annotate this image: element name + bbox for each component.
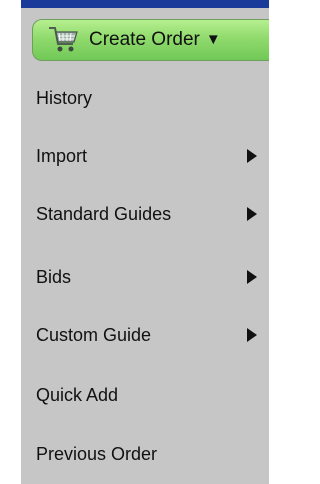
dropdown-arrow-icon: ▼: [205, 30, 221, 48]
menu-item-standard-guides[interactable]: Standard Guides: [21, 189, 269, 239]
menu-item-quick-add[interactable]: Quick Add: [21, 370, 269, 420]
menu-item-previous-order[interactable]: Previous Order: [21, 429, 269, 479]
menu-item-label: Quick Add: [36, 385, 119, 405]
menu-item-history[interactable]: History: [21, 73, 269, 123]
menu-item-bids[interactable]: Bids: [21, 252, 269, 302]
create-order-label: Create Order: [89, 29, 200, 50]
menu-item-label: Import: [36, 146, 88, 166]
create-order-menu-window: Create Order ▼ History Import Standard G…: [0, 0, 269, 484]
menu-item-import[interactable]: Import: [21, 131, 269, 181]
menu-item-label: Standard Guides: [36, 204, 172, 224]
menu-item-label: Bids: [36, 267, 72, 287]
submenu-arrow-icon: [247, 149, 257, 163]
shopping-cart-icon: [49, 27, 78, 52]
create-order-button[interactable]: Create Order ▼: [32, 19, 269, 61]
submenu-arrow-icon: [247, 270, 257, 284]
menu-item-label: Custom Guide: [36, 325, 152, 345]
menu-item-label: Previous Order: [36, 444, 158, 464]
menu-item-custom-guide[interactable]: Custom Guide: [21, 310, 269, 360]
menu-item-label: History: [36, 88, 93, 108]
top-border-strip: [21, 0, 269, 8]
submenu-arrow-icon: [247, 328, 257, 342]
submenu-arrow-icon: [247, 207, 257, 221]
